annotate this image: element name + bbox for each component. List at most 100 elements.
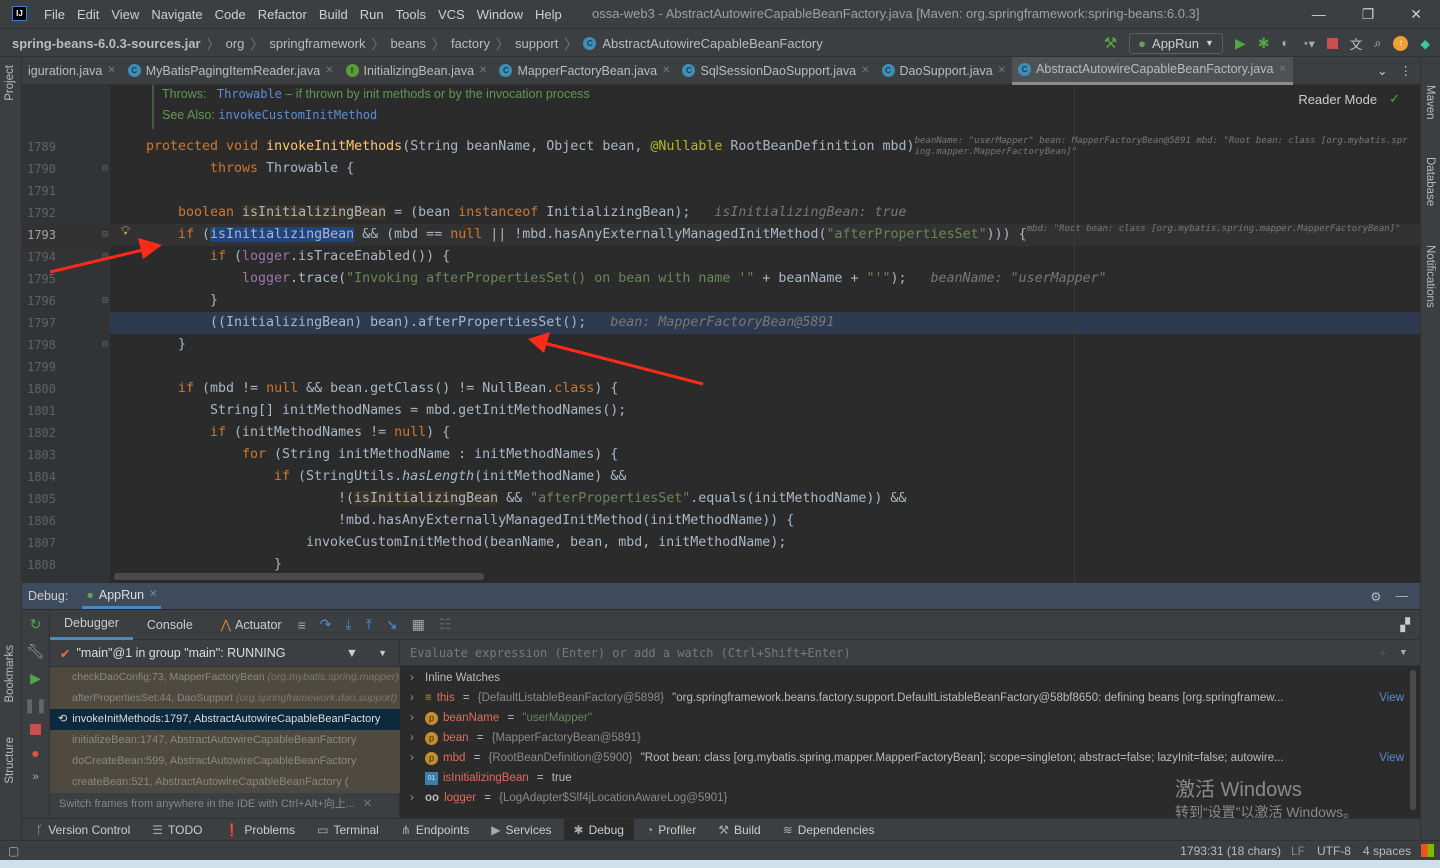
add-watch-icon[interactable]: + [1379, 640, 1400, 666]
database-tool-button[interactable]: Database [1424, 157, 1436, 206]
tool-window-build[interactable]: ⚒ Build [708, 819, 770, 841]
expand-chevron-icon[interactable]: › [410, 668, 420, 688]
menu-vcs[interactable]: VCS [438, 7, 465, 22]
tool-window-profiler[interactable]: ◔ Profiler [636, 819, 706, 841]
close-icon[interactable]: ✕ [363, 793, 372, 815]
resume-icon[interactable]: ▶ [30, 670, 41, 687]
code-editor[interactable]: Throws: Throwable – if thrown by init me… [22, 85, 1420, 583]
debug-icon[interactable]: ✱ [1258, 35, 1270, 52]
close-tab-icon[interactable]: ✕ [479, 65, 487, 76]
stop-icon[interactable] [1326, 37, 1338, 49]
bookmarks-tool-button[interactable]: Bookmarks [4, 645, 16, 703]
breadcrumb-item[interactable]: spring-beans-6.0.3-sources.jar [12, 36, 201, 51]
evaluate-expression-icon[interactable]: ▦ [412, 616, 425, 633]
toggle-tool-windows-icon[interactable]: ▢ [0, 844, 19, 858]
pause-icon[interactable]: ❚❚ [24, 697, 47, 714]
menu-run[interactable]: Run [360, 7, 384, 22]
menu-tools[interactable]: Tools [396, 7, 426, 22]
run-configuration-select[interactable]: ● AppRun ▼ [1129, 32, 1223, 54]
evaluate-expression-input[interactable]: Evaluate expression (Enter) or add a wat… [400, 640, 1420, 666]
close-tab-icon[interactable]: ✕ [107, 65, 115, 76]
editor-tab[interactable]: C MyBatisPagingItemReader.java ✕ [122, 57, 340, 85]
minimize-icon[interactable]: — [1312, 6, 1326, 22]
breadcrumb-item[interactable]: AbstractAutowireCapableBeanFactory [602, 36, 822, 51]
profile-icon[interactable]: ◔▾ [1301, 36, 1315, 51]
restore-icon[interactable]: ❐ [1362, 6, 1375, 23]
tool-window-version-control[interactable]: ᚴ Version Control [26, 819, 140, 841]
expand-chevron-icon[interactable]: › [410, 748, 420, 768]
stack-frame[interactable]: afterPropertiesSet:44, DaoSupport (org.s… [50, 688, 400, 709]
editor-tab[interactable]: C AbstractAutowireCapableBeanFactory.java… [1012, 56, 1293, 85]
editor-tab[interactable]: C SqlSessionDaoSupport.java ✕ [676, 57, 875, 85]
filter-icon[interactable]: ▼ [346, 646, 358, 660]
expand-chevron-icon[interactable]: › [410, 688, 420, 708]
more-icon[interactable]: » [32, 771, 38, 783]
maven-tool-button[interactable]: Maven [1424, 85, 1436, 120]
breadcrumb-item[interactable]: support [515, 36, 558, 51]
trace-icon[interactable]: ☷ [439, 616, 452, 633]
search-icon[interactable]: ⌕ [1374, 36, 1381, 51]
close-tab-icon[interactable]: ✕ [861, 65, 869, 76]
expand-chevron-icon[interactable]: › [410, 728, 420, 748]
rerun-icon[interactable]: ↻ [30, 616, 42, 633]
editor-tab[interactable]: C DaoSupport.java ✕ [876, 57, 1013, 85]
stack-frame[interactable]: doCreateBean:599, AbstractAutowireCapabl… [50, 751, 400, 772]
menu-refactor[interactable]: Refactor [258, 7, 307, 22]
editor-tab[interactable]: I InitializingBean.java ✕ [340, 57, 494, 85]
close-tab-icon[interactable]: ✕ [1278, 64, 1286, 75]
more-options-icon[interactable]: ⋮ [1400, 63, 1421, 78]
gear-icon[interactable]: ⚙ [1370, 589, 1381, 604]
variable-node[interactable]: › p bean = {MapperFactoryBean@5891} [400, 728, 1410, 748]
menu-help[interactable]: Help [535, 7, 562, 22]
menu-window[interactable]: Window [477, 7, 523, 22]
build-hammer-icon[interactable]: ⚒ [1104, 34, 1117, 52]
chevron-down-icon[interactable]: ▼ [364, 648, 399, 658]
project-tool-button[interactable]: Project [4, 65, 16, 101]
caret-position[interactable]: 1793:31 (18 chars) [1180, 844, 1281, 858]
tab-console[interactable]: Console [133, 610, 207, 640]
stack-frame[interactable]: ⟲ invokeInitMethods:1797, AbstractAutowir… [50, 709, 400, 730]
menu-view[interactable]: View [111, 7, 139, 22]
tool-window-terminal[interactable]: ▭ Terminal [307, 819, 389, 841]
run-to-cursor-icon[interactable]: ↘ [386, 616, 398, 633]
code-with-me-icon[interactable]: ◆ [1420, 36, 1430, 51]
menu-build[interactable]: Build [319, 7, 348, 22]
stop-icon[interactable] [30, 724, 41, 735]
tool-window-debug[interactable]: ✱ Debug [563, 818, 634, 841]
variable-node[interactable]: › p mbd = {RootBeanDefinition@5900} "Root … [400, 748, 1410, 768]
editor-tab[interactable]: C MapperFactoryBean.java ✕ [493, 57, 676, 85]
tool-window-endpoints[interactable]: ⋔ Endpoints [391, 819, 479, 841]
layout-icon[interactable]: ▞ [1400, 617, 1420, 632]
breadcrumb-item[interactable]: beans [391, 36, 426, 51]
chevron-down-icon[interactable]: ▼ [1401, 640, 1420, 666]
variable-node[interactable]: › ≡ this = {DefaultListableBeanFactory@589… [400, 688, 1410, 708]
tool-window-todo[interactable]: ☰ TODO [142, 819, 212, 841]
update-icon[interactable]: ↑ [1393, 35, 1409, 51]
view-link[interactable]: View [1379, 748, 1410, 768]
hide-icon[interactable]: — [1396, 589, 1421, 603]
menu-file[interactable]: File [44, 7, 65, 22]
breadcrumb-item[interactable]: springframework [269, 36, 365, 51]
view-link[interactable]: View [1379, 688, 1410, 708]
tab-actuator[interactable]: ⋀ Actuator [207, 610, 296, 640]
step-out-icon[interactable]: ⤒ [366, 616, 372, 633]
menu-edit[interactable]: Edit [77, 7, 99, 22]
expand-chevron-icon[interactable]: › [410, 708, 420, 728]
wrench-icon[interactable]: 🔧︎ [27, 643, 45, 660]
tool-window-services[interactable]: ▶ Services [481, 819, 561, 841]
menu-code[interactable]: Code [215, 7, 246, 22]
coverage-icon[interactable]: ◐ [1281, 36, 1289, 50]
menu-navigate[interactable]: Navigate [151, 7, 202, 22]
step-over-icon[interactable]: ↷ [320, 616, 332, 633]
run-icon[interactable]: ▶ [1235, 35, 1246, 52]
stack-frame[interactable]: initializeBean:1747, AbstractAutowireCap… [50, 730, 400, 751]
vertical-scrollbar[interactable] [1410, 670, 1416, 810]
variable-node[interactable]: › Inline Watches [400, 668, 1410, 688]
indent-setting[interactable]: 4 spaces [1363, 844, 1411, 858]
breadcrumb-item[interactable]: factory [451, 36, 490, 51]
tool-window-problems[interactable]: ❗ Problems [214, 819, 305, 841]
debug-session-tab[interactable]: ● AppRun ✕ [82, 583, 162, 609]
close-tab-icon[interactable]: ✕ [325, 65, 333, 76]
structure-tool-button[interactable]: Structure [4, 737, 16, 784]
file-encoding[interactable]: UTF-8 [1317, 844, 1351, 858]
